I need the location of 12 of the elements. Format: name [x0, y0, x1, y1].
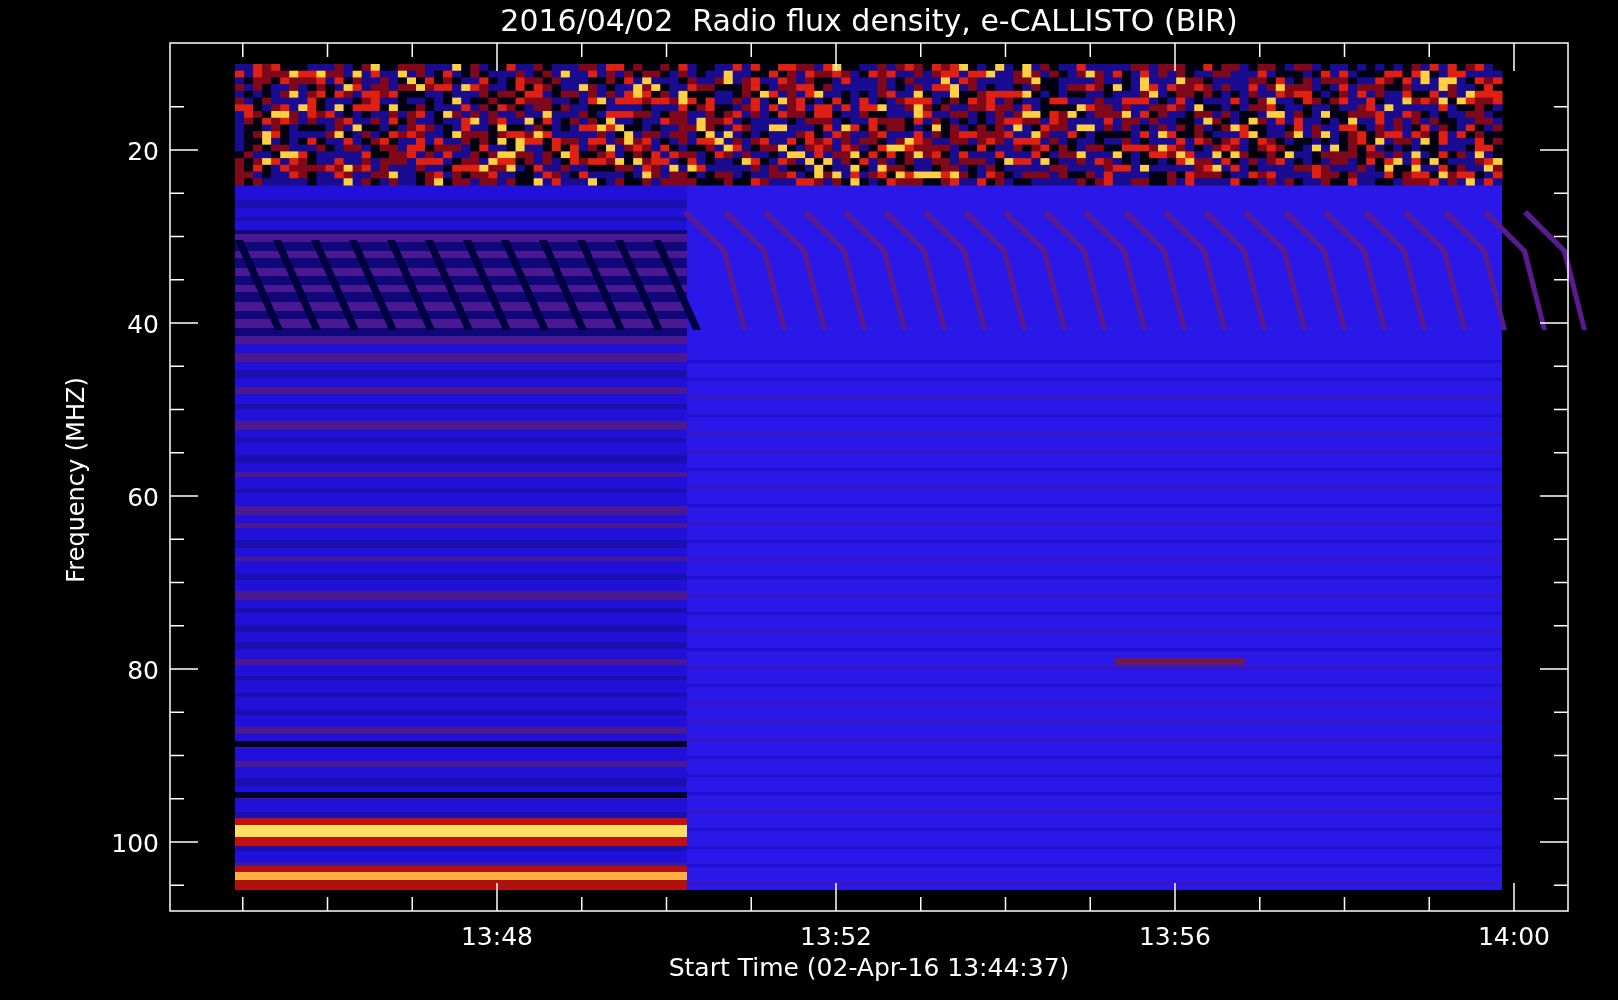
chart-title: 2016/04/02 Radio flux density, e-CALLISTO (BIR)	[500, 3, 1238, 38]
x-tick-label: 14:00	[1478, 922, 1550, 951]
x-tick-label: 13:56	[1139, 922, 1211, 951]
y-tick-label: 40	[127, 310, 159, 339]
y-tick-label: 100	[111, 829, 159, 858]
y-axis-label: Frequency (MHZ)	[62, 377, 90, 583]
y-tick-label: 60	[127, 483, 159, 512]
x-axis-label: Start Time (02-Apr-16 13:44:37)	[668, 953, 1070, 982]
y-tick-label: 80	[127, 656, 159, 685]
x-tick-label: 13:48	[461, 922, 533, 951]
y-tick-label: 20	[127, 137, 159, 166]
x-tick-label: 13:52	[800, 922, 872, 951]
